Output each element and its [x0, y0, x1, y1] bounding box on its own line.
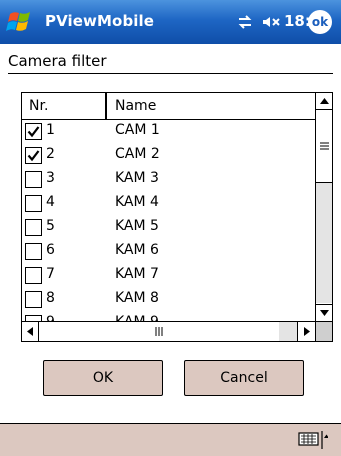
list-item[interactable]: 4 KAM 4: [22, 192, 315, 216]
column-header-nr[interactable]: Nr.: [29, 93, 48, 119]
row-checkbox[interactable]: [25, 123, 42, 140]
list-item[interactable]: 3 KAM 3: [22, 168, 315, 192]
row-number: 2: [46, 146, 55, 162]
row-number: 8: [46, 290, 55, 306]
windows-flag-icon[interactable]: [6, 8, 36, 36]
page-title: Camera filter: [8, 52, 107, 70]
network-sync-icon[interactable]: [236, 13, 254, 31]
cancel-button[interactable]: Cancel: [184, 360, 304, 396]
horizontal-scroll-track[interactable]: [279, 322, 297, 341]
scroll-corner: [315, 321, 332, 341]
row-name: CAM 2: [115, 146, 160, 162]
row-name: KAM 9: [115, 314, 159, 321]
camera-list[interactable]: Nr. Name 1 CAM 1 2 CAM 2 3 KAM 3 4 KAM 4 5 KAM 5 6…: [21, 92, 333, 342]
arrow-left-icon: [27, 327, 33, 336]
title-bar: PViewMobile 18:04 ok: [0, 0, 341, 44]
app-title: PViewMobile: [45, 12, 155, 30]
checkmark-icon: [27, 126, 40, 138]
arrow-right-icon: [304, 327, 310, 336]
list-item[interactable]: 6 KAM 6: [22, 240, 315, 264]
row-number: 1: [46, 122, 55, 138]
column-separator[interactable]: [105, 93, 107, 119]
row-number: 3: [46, 170, 55, 186]
row-checkbox[interactable]: [25, 291, 42, 308]
keyboard-icon[interactable]: [298, 429, 329, 451]
row-checkbox[interactable]: [25, 147, 42, 164]
list-header: Nr. Name: [22, 93, 315, 120]
row-checkbox[interactable]: [25, 195, 42, 212]
horizontal-scrollbar[interactable]: [22, 321, 315, 341]
horizontal-scroll-thumb[interactable]: [39, 322, 280, 341]
row-number: 5: [46, 218, 55, 234]
list-item[interactable]: 2 CAM 2: [22, 144, 315, 168]
arrow-down-icon: [320, 310, 329, 316]
list-rows: 1 CAM 1 2 CAM 2 3 KAM 3 4 KAM 4 5 KAM 5 6 KAM 6 7 KAM…: [22, 120, 315, 321]
row-name: CAM 1: [115, 122, 160, 138]
column-header-name[interactable]: Name: [115, 93, 156, 119]
ok-title-button[interactable]: ok: [308, 10, 332, 34]
title-divider: [8, 73, 333, 74]
row-name: KAM 3: [115, 170, 159, 186]
list-item[interactable]: 8 KAM 8: [22, 288, 315, 312]
grip-icon: [155, 327, 163, 336]
row-name: KAM 8: [115, 290, 159, 306]
row-name: KAM 4: [115, 194, 159, 210]
arrow-up-icon: [320, 98, 329, 104]
ok-button[interactable]: OK: [43, 360, 163, 396]
vertical-scrollbar[interactable]: [315, 93, 332, 321]
row-number: 9: [46, 314, 55, 321]
row-name: KAM 5: [115, 218, 159, 234]
row-number: 7: [46, 266, 55, 282]
list-item[interactable]: 1 CAM 1: [22, 120, 315, 144]
row-name: KAM 6: [115, 242, 159, 258]
scroll-left-button[interactable]: [22, 322, 39, 341]
list-item[interactable]: 9 KAM 9: [22, 312, 315, 321]
list-item[interactable]: 5 KAM 5: [22, 216, 315, 240]
list-item[interactable]: 7 KAM 7: [22, 264, 315, 288]
scroll-right-button[interactable]: [297, 322, 314, 341]
grip-icon: [320, 142, 329, 150]
vertical-scroll-track[interactable]: [316, 183, 332, 303]
row-number: 4: [46, 194, 55, 210]
row-name: KAM 7: [115, 266, 159, 282]
scroll-down-button[interactable]: [316, 304, 332, 321]
row-number: 6: [46, 242, 55, 258]
row-checkbox[interactable]: [25, 219, 42, 236]
vertical-scroll-thumb[interactable]: [316, 111, 332, 183]
row-checkbox[interactable]: [25, 171, 42, 188]
checkmark-icon: [27, 150, 40, 162]
scroll-up-button[interactable]: [316, 93, 332, 110]
row-checkbox[interactable]: [25, 243, 42, 260]
row-checkbox[interactable]: [25, 267, 42, 284]
menu-bar: [0, 423, 341, 456]
